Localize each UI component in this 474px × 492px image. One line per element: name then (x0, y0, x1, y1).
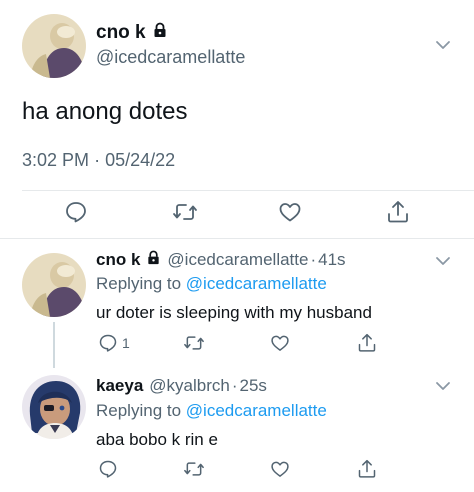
share-button[interactable] (386, 199, 410, 225)
like-icon (270, 333, 290, 353)
retweet-icon (172, 200, 198, 224)
lock-icon (146, 250, 161, 270)
author-name[interactable]: cno k (96, 22, 168, 44)
share-button[interactable] (357, 458, 377, 480)
retweet-button[interactable] (172, 200, 198, 224)
main-tweet: cno k @icedcaramellatte ha anong dotes 3… (0, 0, 474, 238)
author-name[interactable]: cno k (96, 250, 140, 270)
retweet-icon (183, 333, 205, 353)
like-icon (270, 459, 290, 479)
divider (22, 190, 474, 191)
share-icon (357, 458, 377, 480)
avatar[interactable] (22, 375, 86, 439)
chevron-down-icon[interactable] (434, 36, 452, 54)
author-name[interactable]: kaeya (96, 376, 143, 396)
reply-time[interactable]: 41s (318, 250, 345, 270)
share-icon (357, 332, 377, 354)
retweet-icon (183, 459, 205, 479)
share-button[interactable] (357, 332, 377, 354)
replying-to-link[interactable]: @icedcaramellatte (186, 401, 327, 420)
like-button[interactable] (278, 200, 302, 224)
lock-icon (152, 22, 168, 44)
reply-icon (98, 333, 118, 353)
reply-button[interactable] (98, 459, 118, 479)
like-button[interactable] (270, 459, 290, 479)
replying-to-link[interactable]: @icedcaramellatte (186, 274, 327, 293)
meta-separator: · (310, 250, 317, 269)
reply-count: 1 (122, 335, 130, 351)
author-name-text: cno k (96, 22, 146, 43)
reply-button[interactable] (64, 200, 88, 224)
retweet-button[interactable] (183, 333, 205, 353)
tweet-text: ha anong dotes (22, 98, 188, 125)
reply-text: aba bobo k rin e (96, 430, 218, 449)
reply-header: kaeya @kyalbrch · 25s (96, 376, 267, 396)
author-handle[interactable]: @icedcaramellatte (167, 250, 308, 270)
meta-separator: · (94, 150, 101, 170)
like-button[interactable] (270, 333, 290, 353)
tweet-time: 3:02 PM (22, 150, 90, 170)
avatar[interactable] (22, 14, 86, 78)
chevron-down-icon[interactable] (434, 377, 452, 395)
share-icon (386, 199, 410, 225)
thread-line (53, 322, 55, 368)
replying-to: Replying to @icedcaramellatte (96, 274, 327, 294)
author-handle[interactable]: @kyalbrch (149, 376, 230, 396)
chevron-down-icon[interactable] (434, 252, 452, 270)
tweet-timestamp[interactable]: 3:02 PM · 05/24/22 (22, 150, 175, 171)
like-icon (278, 200, 302, 224)
retweet-button[interactable] (183, 459, 205, 479)
tweet-date: 05/24/22 (105, 150, 176, 170)
reply-icon (98, 459, 118, 479)
reply-button[interactable]: 1 (98, 333, 130, 353)
avatar[interactable] (22, 253, 86, 317)
meta-separator: · (231, 376, 238, 395)
reply-header: cno k @icedcaramellatte · 41s (96, 250, 346, 270)
author-handle[interactable]: @icedcaramellatte (96, 47, 245, 68)
reply-time[interactable]: 25s (240, 376, 267, 396)
replying-to: Replying to @icedcaramellatte (96, 401, 327, 421)
replying-to-prefix: Replying to (96, 274, 182, 293)
reply-icon (64, 200, 88, 224)
replying-to-prefix: Replying to (96, 401, 182, 420)
divider (0, 238, 474, 239)
reply-text: ur doter is sleeping with my husband (96, 303, 372, 322)
